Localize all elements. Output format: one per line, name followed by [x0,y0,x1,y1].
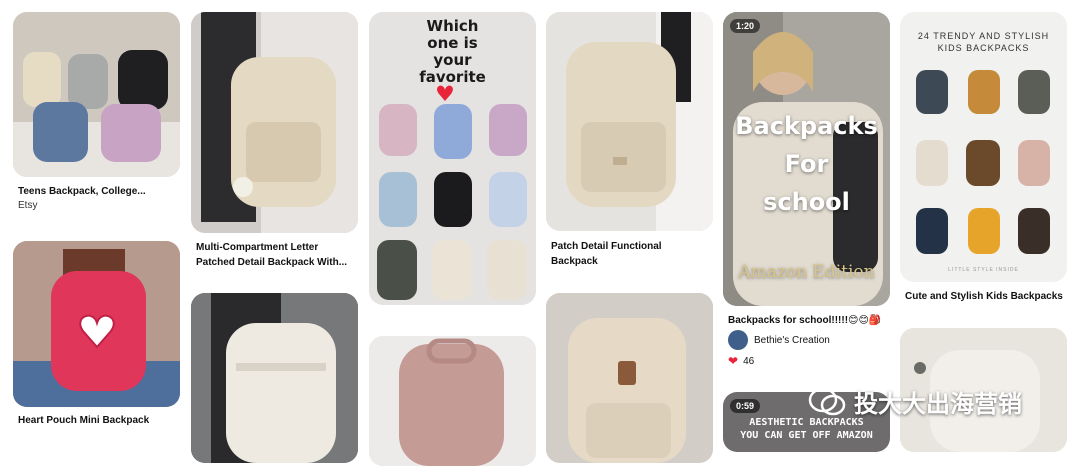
pin-title[interactable]: Backpacks for school!!!!!😊😊🎒 [728,313,888,328]
cream-backpack-photo [191,293,358,463]
wechat-icon [808,387,846,415]
pin-video[interactable]: 1:20 Backpacks For school Amazon Edition [723,12,890,306]
beige-backpack-photo [191,12,358,233]
canvas-backpack-photo [546,293,713,463]
pin-image[interactable]: Which one is your favorite [369,12,536,305]
pin-title[interactable]: Teens Backpack, College... [18,184,178,199]
overlay-line: For [784,150,829,178]
overlay-line: school [763,188,850,216]
heart-icon: ❤ [728,354,739,368]
video-overlay-text: AESTHETIC BACKPACKS YOU CAN GET OFF AMAZ… [723,416,890,442]
pin-title[interactable]: Multi-Compartment Letter Patched Detail … [196,240,356,270]
video-duration: 1:20 [730,19,761,33]
pin-image[interactable] [13,12,180,177]
overlay-line: YOU CAN GET OFF AMAZON [740,430,873,441]
video-overlay-text: Backpacks For school [723,107,890,221]
backpacks-photo [13,12,180,177]
creator-name[interactable]: Bethie's Creation [754,335,830,346]
watermark: 投大大出海营销 [808,384,1022,419]
pin-image[interactable] [191,293,358,463]
kids-footer: LITTLE STYLE INSIDE [948,267,1019,273]
pin-image[interactable] [546,293,713,463]
likes-count: 46 [743,355,755,367]
overlay-subtitle: Amazon Edition [738,262,875,282]
pink-backpack-photo [13,241,180,407]
pin-source[interactable]: Etsy [18,200,37,211]
pin-image[interactable] [546,12,713,231]
pin-title[interactable]: Cute and Stylish Kids Backpacks [905,289,1065,304]
pin-image[interactable] [191,12,358,233]
creator-avatar[interactable] [728,330,748,350]
likes-row: ❤ 46 [728,354,754,368]
overlay-line: Backpacks [735,112,878,140]
pin-title[interactable]: Patch Detail Functional Backpack [551,239,711,269]
video-duration: 0:59 [730,399,761,413]
kids-backpack-grid [916,70,1050,254]
pin-image[interactable]: 24 TRENDY AND STYLISH KIDS BACKPACKS LIT… [900,12,1067,282]
creator-row[interactable]: Bethie's Creation [728,330,830,350]
pink-backpack-photo [369,336,536,466]
watermark-text: 投大大出海营销 [854,390,1022,418]
cream-backpack-photo [546,12,713,231]
pin-title[interactable]: Heart Pouch Mini Backpack [18,413,178,428]
pin-image[interactable] [13,241,180,407]
pin-image[interactable] [369,336,536,466]
backpack-grid [377,85,527,300]
